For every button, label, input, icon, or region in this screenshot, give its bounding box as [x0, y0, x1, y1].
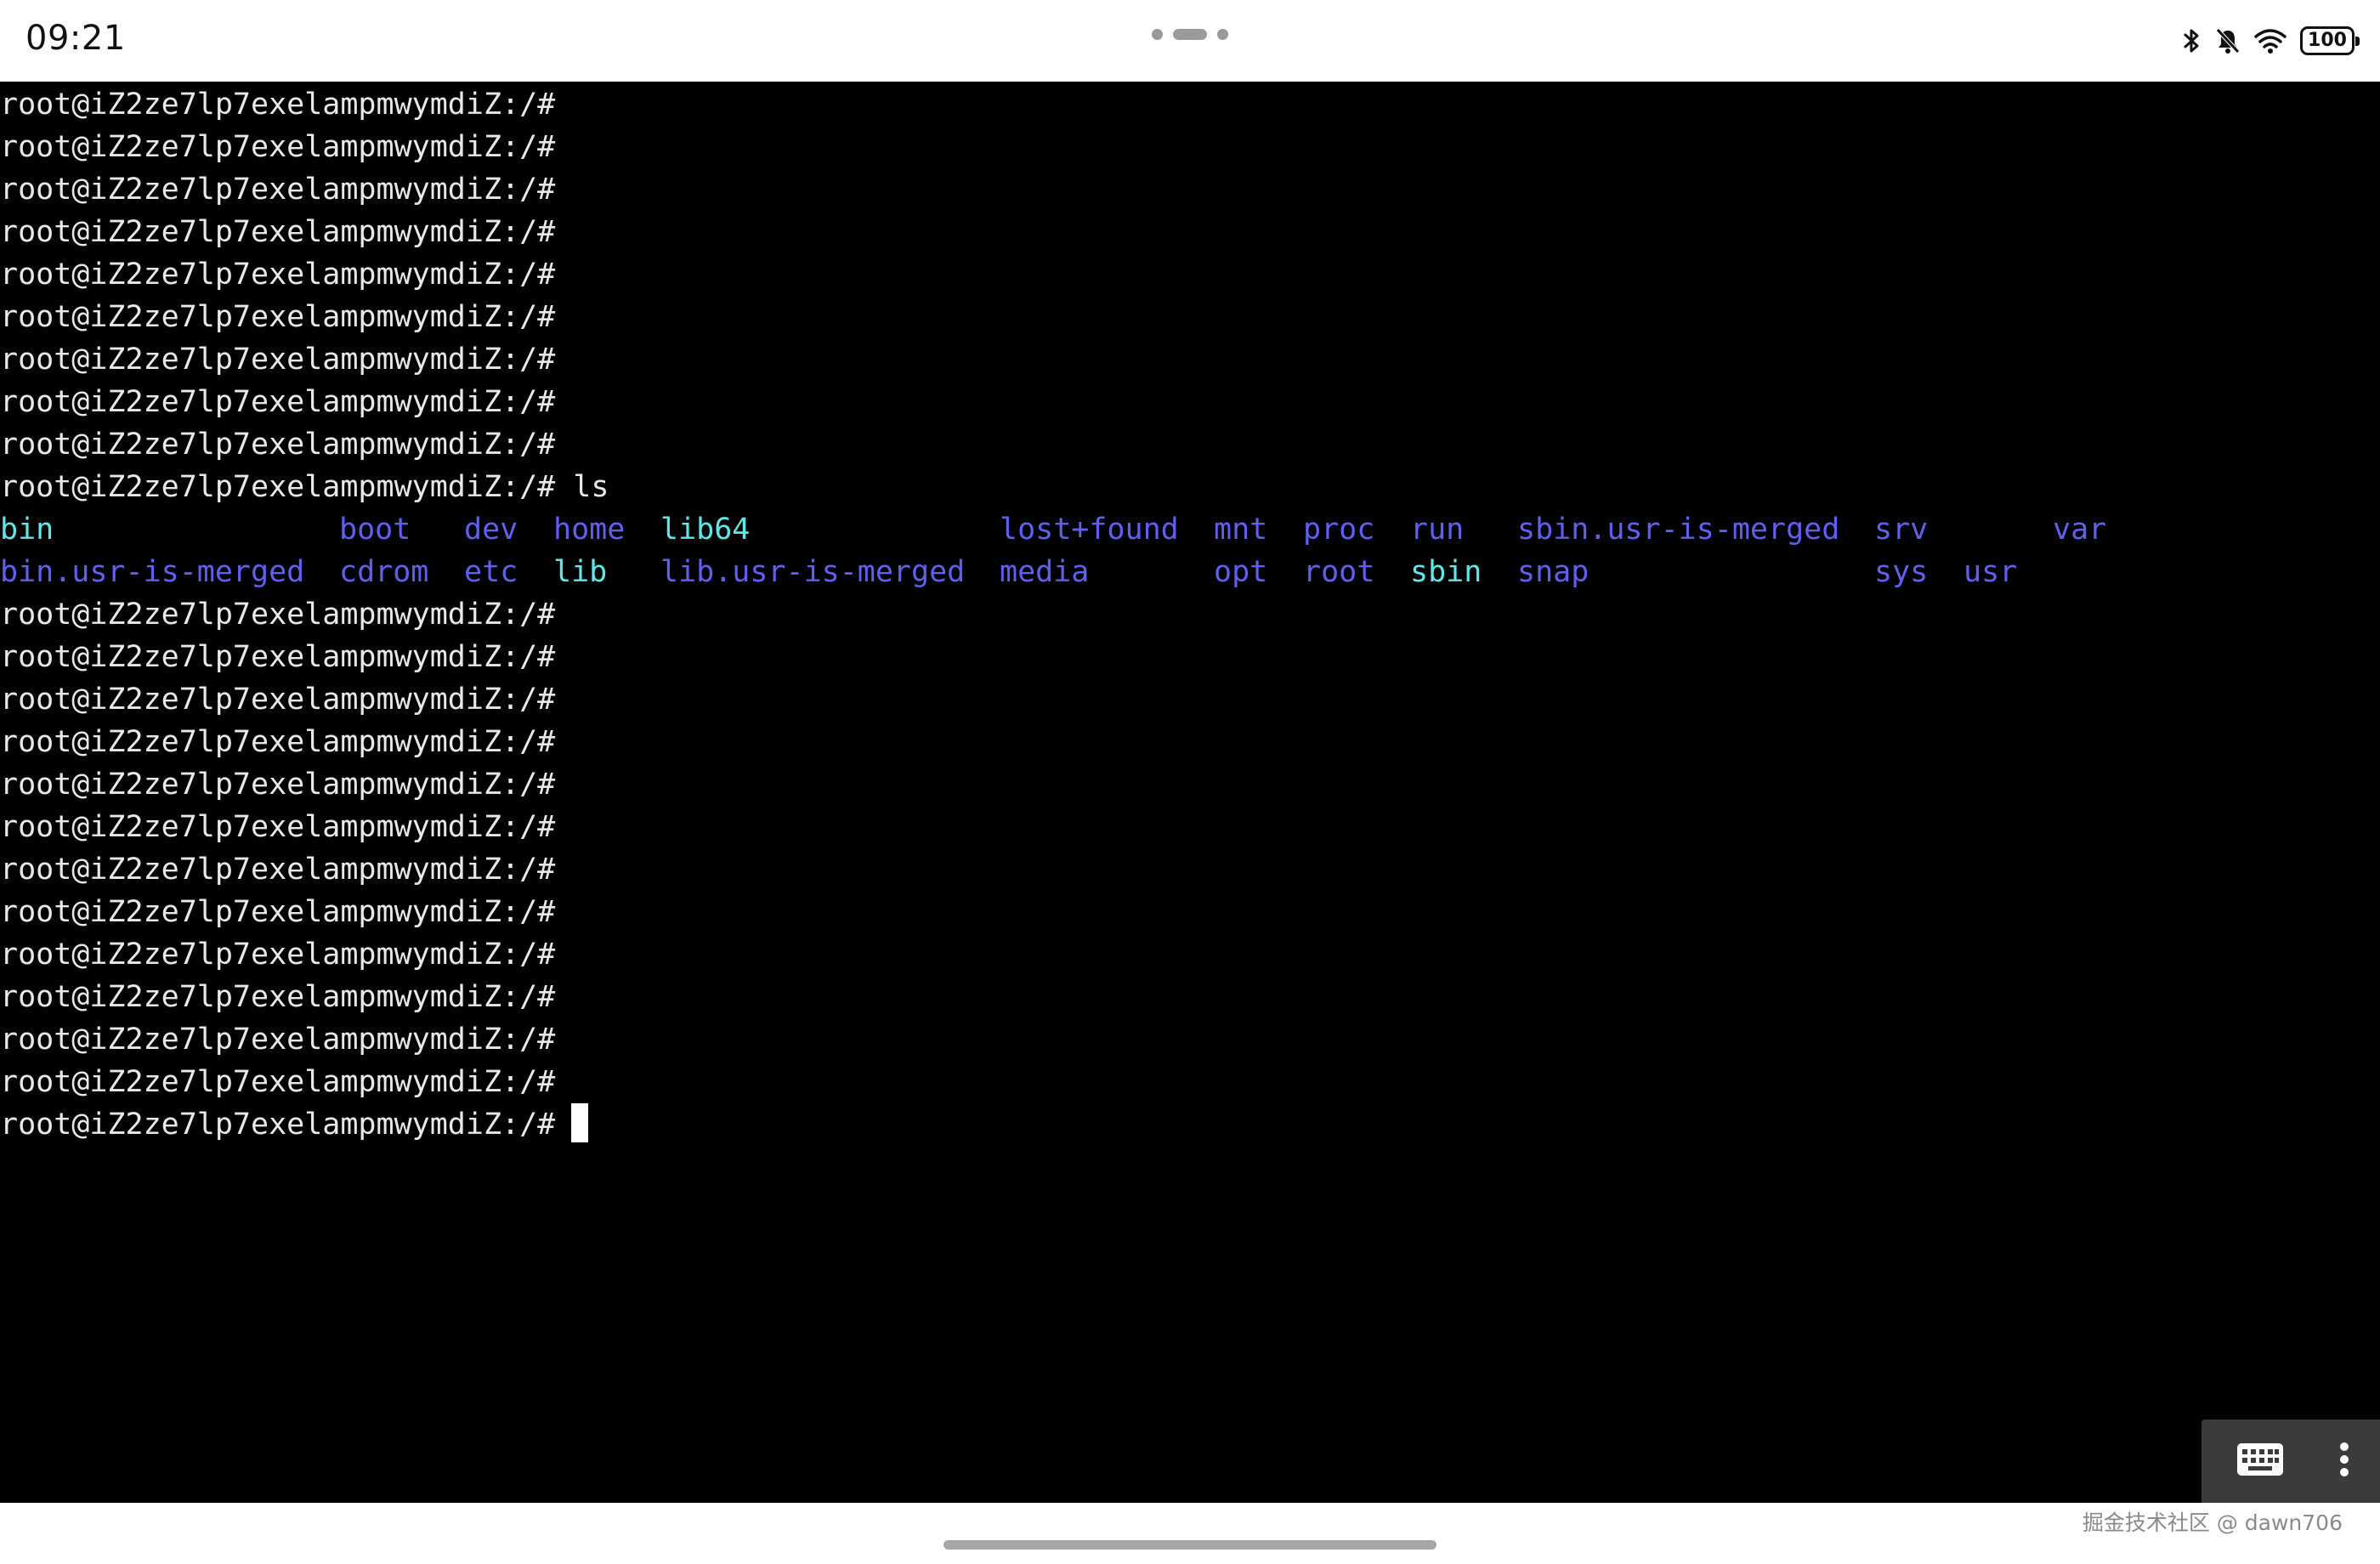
terminal-line: root@iZ2ze7lp7exelampmwymdiZ:/# — [0, 980, 556, 1014]
status-icons: 100 — [2183, 24, 2360, 58]
ls-entry: usr — [1964, 555, 2018, 589]
ls-entry: run — [1410, 513, 1465, 547]
terminal-line: root@iZ2ze7lp7exelampmwymdiZ:/# — [0, 683, 556, 717]
ls-entry: proc — [1303, 513, 1375, 547]
terminal-line: root@iZ2ze7lp7exelampmwymdiZ:/# — [0, 768, 556, 802]
terminal-line: root@iZ2ze7lp7exelampmwymdiZ:/# — [0, 215, 556, 249]
ls-entry: media — [1000, 555, 1090, 589]
ls-entry: dev — [464, 513, 518, 547]
terminal-line: root@iZ2ze7lp7exelampmwymdiZ:/# — [0, 428, 556, 462]
ls-entry: snap — [1517, 555, 1590, 589]
terminal-line: root@iZ2ze7lp7exelampmwymdiZ:/# — [0, 130, 556, 164]
terminal-line: root@iZ2ze7lp7exelampmwymdiZ:/# — [0, 598, 556, 632]
ls-entry: root — [1303, 555, 1375, 589]
terminal-line: root@iZ2ze7lp7exelampmwymdiZ:/# — [0, 725, 556, 759]
ls-entry: lib64 — [660, 513, 751, 547]
ls-entry: sys — [1874, 555, 1929, 589]
keyboard-toggle-button[interactable] — [2222, 1435, 2298, 1488]
terminal-line: root@iZ2ze7lp7exelampmwymdiZ:/# — [0, 385, 556, 419]
ls-entry: boot — [339, 513, 411, 547]
terminal-line: root@iZ2ze7lp7exelampmwymdiZ:/# — [0, 300, 556, 334]
window-handle[interactable] — [1152, 27, 1228, 41]
wifi-icon — [2254, 27, 2286, 54]
keyboard-icon — [2236, 1442, 2284, 1480]
terminal-line: root@iZ2ze7lp7exelampmwymdiZ:/# — [0, 173, 556, 207]
more-options-button[interactable] — [2320, 1435, 2368, 1488]
terminal-line: root@iZ2ze7lp7exelampmwymdiZ:/# — [0, 640, 556, 674]
terminal-active-prompt: root@iZ2ze7lp7exelampmwymdiZ:/# — [0, 1108, 556, 1142]
status-time: 09:21 — [26, 19, 126, 58]
terminal-screen[interactable]: root@iZ2ze7lp7exelampmwymdiZ:/# root@iZ2… — [0, 82, 2380, 1503]
terminal-line: root@iZ2ze7lp7exelampmwymdiZ:/# — [0, 88, 556, 122]
bell-muted-icon — [2215, 27, 2241, 54]
ls-entry: home — [553, 513, 626, 547]
ls-entry: etc — [464, 555, 518, 589]
ls-entry: sbin.usr-is-merged — [1517, 513, 1840, 547]
status-bar: 09:21 100 — [0, 0, 2380, 82]
ls-entry: bin — [0, 513, 54, 547]
terminal-line: root@iZ2ze7lp7exelampmwymdiZ:/# — [0, 258, 556, 292]
ls-entry: cdrom — [339, 555, 429, 589]
terminal-line: root@iZ2ze7lp7exelampmwymdiZ:/# — [0, 938, 556, 972]
home-indicator[interactable] — [944, 1540, 1436, 1550]
ls-entry: opt — [1214, 555, 1268, 589]
ls-entry: lib — [553, 555, 608, 589]
terminal-line: root@iZ2ze7lp7exelampmwymdiZ:/# — [0, 895, 556, 929]
terminal-line: root@iZ2ze7lp7exelampmwymdiZ:/# — [0, 343, 556, 377]
ls-entry: lost+found — [1000, 513, 1179, 547]
navigation-bar: 掘金技术社区 @ dawn706 — [0, 1503, 2380, 1564]
handle-pill — [1173, 29, 1207, 40]
terminal-line: root@iZ2ze7lp7exelampmwymdiZ:/# — [0, 853, 556, 887]
ls-entry: srv — [1874, 513, 1929, 547]
battery-icon: 100 — [2300, 26, 2360, 55]
ls-entry: sbin — [1410, 555, 1482, 589]
terminal-command-line: root@iZ2ze7lp7exelampmwymdiZ:/# ls — [0, 470, 609, 504]
terminal-line: root@iZ2ze7lp7exelampmwymdiZ:/# — [0, 810, 556, 844]
ls-entry: bin.usr-is-merged — [0, 555, 305, 589]
handle-dot-right — [1217, 29, 1228, 40]
terminal-line: root@iZ2ze7lp7exelampmwymdiZ:/# — [0, 1065, 556, 1099]
terminal-line: root@iZ2ze7lp7exelampmwymdiZ:/# — [0, 1023, 556, 1057]
handle-dot-left — [1152, 29, 1163, 40]
terminal-cursor — [571, 1103, 588, 1142]
bluetooth-icon — [2183, 27, 2202, 54]
ls-entry: var — [2053, 513, 2107, 547]
more-vertical-icon — [2339, 1442, 2349, 1481]
ls-entry: lib.usr-is-merged — [660, 555, 966, 589]
ls-entry: mnt — [1214, 513, 1268, 547]
floating-toolbar — [2202, 1420, 2380, 1503]
watermark: 掘金技术社区 @ dawn706 — [2082, 1510, 2343, 1535]
